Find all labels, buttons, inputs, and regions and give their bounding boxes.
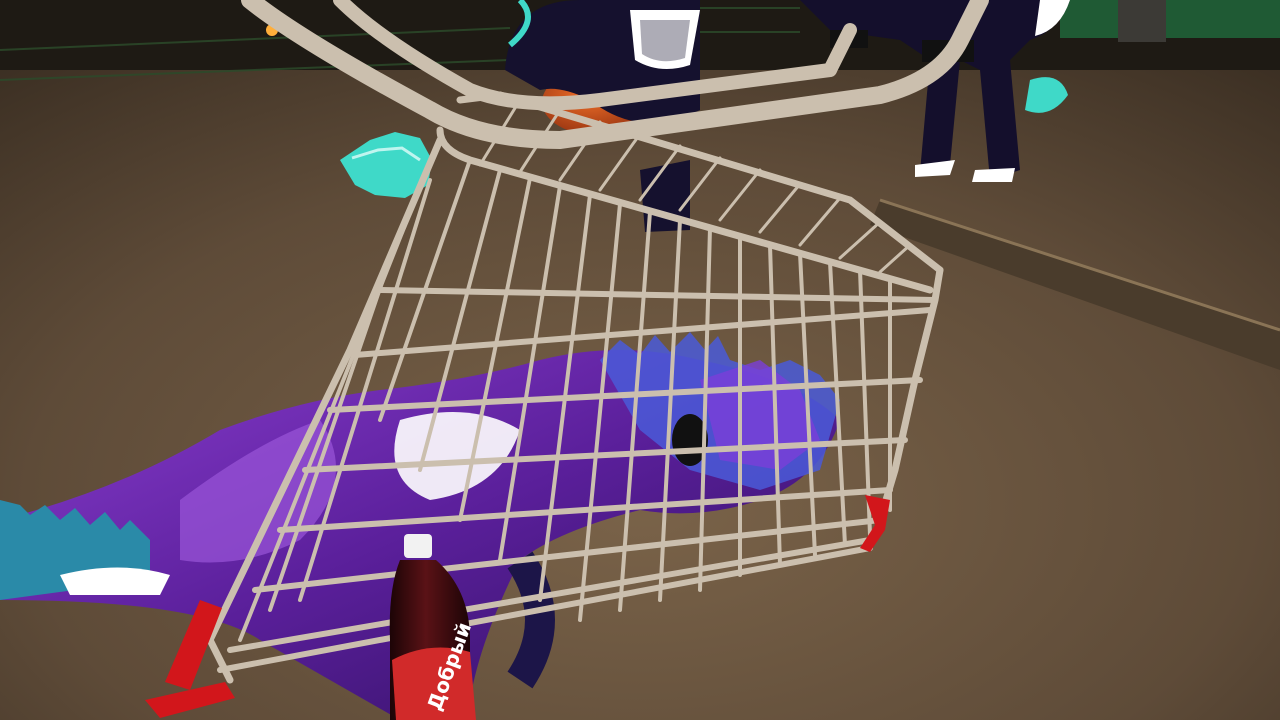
green-wall <box>1060 0 1280 38</box>
vr-scene-viewport: Добрый <box>0 0 1280 720</box>
pillar <box>1118 0 1166 42</box>
scene-svg: Добрый <box>0 0 1280 720</box>
